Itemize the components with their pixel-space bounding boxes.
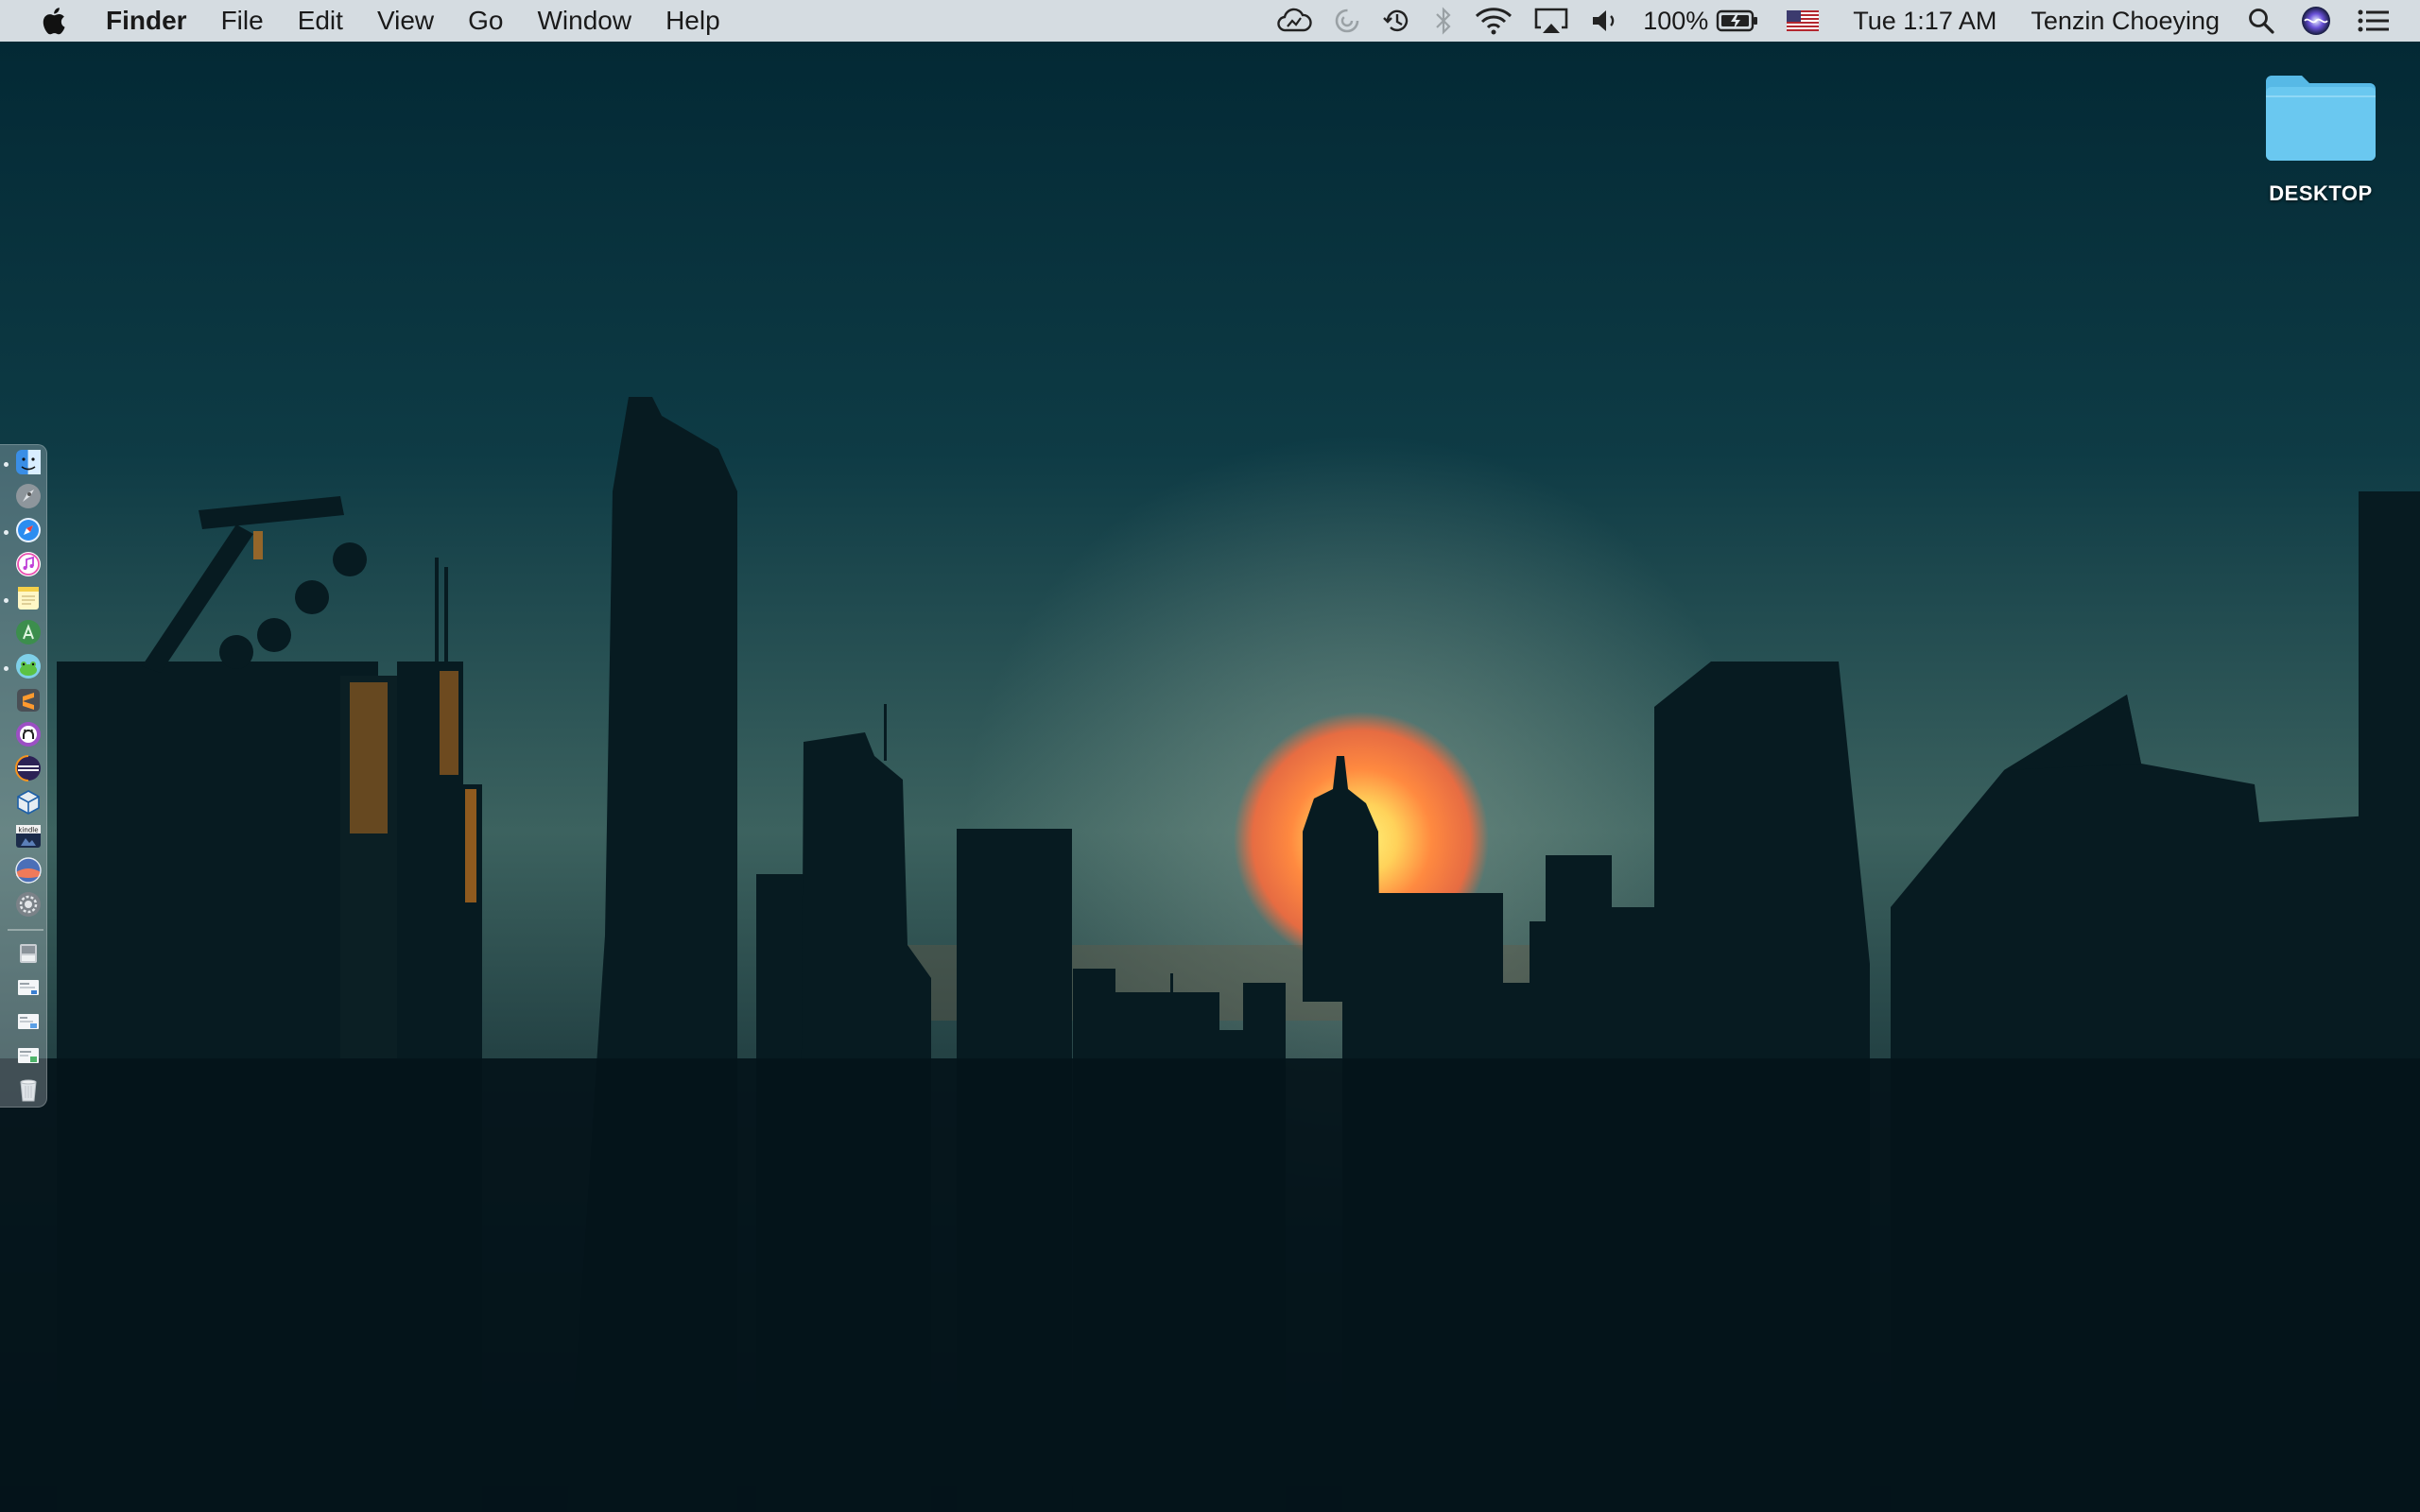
dock-separator (8, 929, 43, 931)
document-stack-icon[interactable] (15, 974, 42, 1001)
kindle-icon-label: kindle (18, 827, 38, 834)
launchpad-icon[interactable] (15, 483, 42, 509)
volume-icon[interactable] (1580, 0, 1633, 42)
menu-view[interactable]: View (360, 0, 451, 42)
apple-menu-icon[interactable] (0, 0, 106, 42)
siri-icon[interactable] (2286, 0, 2342, 42)
eclipse-icon[interactable] (15, 755, 42, 782)
folder-icon (2266, 76, 2376, 161)
running-indicator (4, 530, 9, 535)
desktop-folder-label: DESKTOP (2269, 181, 2373, 205)
image-stack-icon[interactable] (15, 1042, 42, 1069)
frog-app-icon[interactable] (15, 653, 42, 679)
battery-percent[interactable]: 100% (1633, 0, 1712, 42)
trash-icon[interactable] (15, 1076, 42, 1103)
itunes-icon[interactable] (15, 551, 42, 577)
user-name[interactable]: Tenzin Choeying (2014, 0, 2237, 42)
running-indicator (4, 462, 9, 467)
clock[interactable]: Tue 1:17 AM (1836, 0, 2014, 42)
menu-help[interactable]: Help (648, 0, 737, 42)
cloud-sync-icon[interactable] (1266, 0, 1322, 42)
android-studio-icon[interactable] (15, 619, 42, 645)
activity-spinner-icon[interactable] (1322, 0, 1372, 42)
menu-file[interactable]: File (204, 0, 281, 42)
safari-icon[interactable] (15, 517, 42, 543)
kindle-icon[interactable]: kindle (15, 823, 42, 850)
running-indicator (4, 666, 9, 671)
desktop-folder[interactable]: DESKTOP (2250, 68, 2392, 206)
us-flag-input-icon[interactable] (1770, 0, 1836, 42)
menu-app-finder[interactable]: Finder (106, 0, 204, 42)
desktop-wallpaper (0, 0, 2420, 1512)
battery-charging-icon[interactable] (1712, 0, 1770, 42)
dock: kindle (0, 444, 47, 1108)
bluetooth-icon[interactable] (1423, 0, 1464, 42)
downloads-stack-icon[interactable] (15, 940, 42, 967)
spotlight-search-icon[interactable] (2237, 0, 2286, 42)
notes-icon[interactable] (15, 585, 42, 611)
menu-go[interactable]: Go (451, 0, 520, 42)
menu-bar: Finder File Edit View Go Window Help 100… (0, 0, 2420, 42)
finder-icon[interactable] (15, 449, 42, 475)
menu-window[interactable]: Window (520, 0, 648, 42)
wifi-icon[interactable] (1464, 0, 1523, 42)
macos-installer-icon[interactable] (15, 857, 42, 884)
virtualbox-icon[interactable] (15, 789, 42, 816)
system-preferences-icon[interactable] (15, 891, 42, 918)
time-machine-icon[interactable] (1372, 0, 1423, 42)
menu-edit[interactable]: Edit (281, 0, 360, 42)
screenshot-stack-icon[interactable] (15, 1008, 42, 1035)
notification-center-icon[interactable] (2342, 0, 2401, 42)
github-desktop-icon[interactable] (15, 721, 42, 747)
airplay-icon[interactable] (1523, 0, 1580, 42)
sublime-text-icon[interactable] (15, 687, 42, 713)
running-indicator (4, 598, 9, 603)
